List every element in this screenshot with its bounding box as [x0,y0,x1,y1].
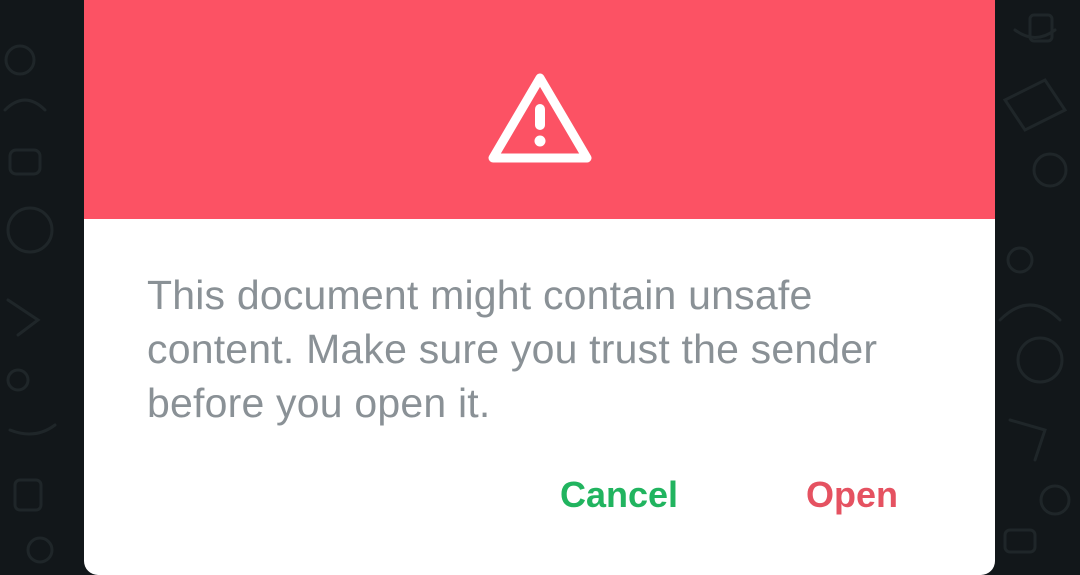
open-button[interactable]: Open [806,470,898,520]
warning-triangle-icon [488,73,592,163]
cancel-button[interactable]: Cancel [560,470,678,520]
dialog-header [84,0,995,219]
dialog-actions: Cancel Open [84,470,995,520]
unsafe-document-dialog: This document might contain unsafe conte… [84,0,995,575]
dialog-message: This document might contain unsafe conte… [147,272,878,426]
